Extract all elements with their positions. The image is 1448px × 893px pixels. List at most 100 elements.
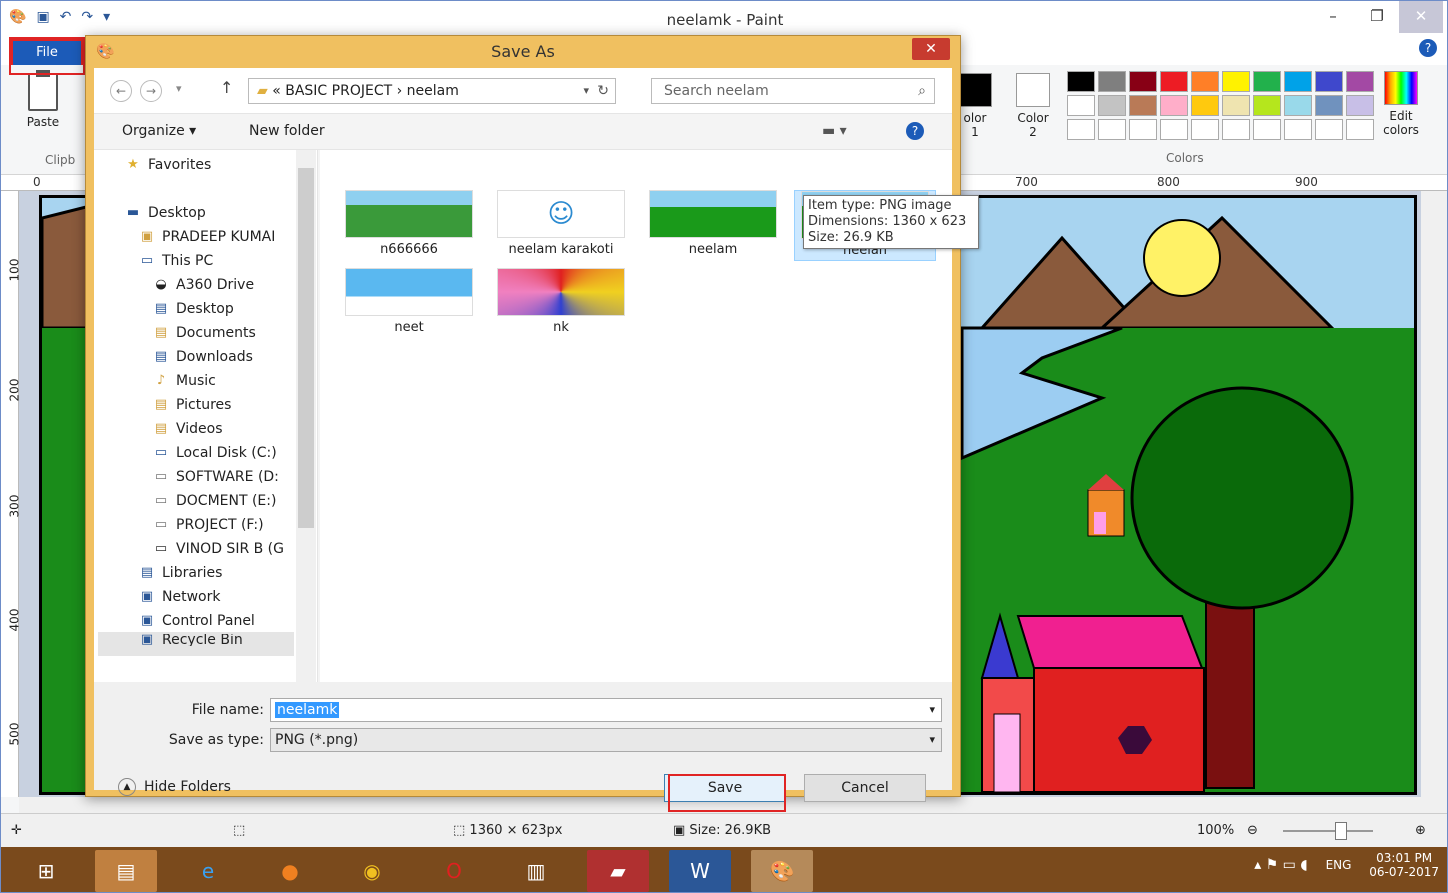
palette-swatch[interactable] [1315, 95, 1343, 116]
palette-swatch[interactable] [1191, 119, 1219, 140]
nav-item-project-drive[interactable]: ▭ PROJECT (F:) [152, 514, 264, 536]
nav-item-desktop-folder[interactable]: ▤ Desktop [152, 298, 234, 320]
vertical-scrollbar[interactable] [1421, 191, 1447, 797]
close-button[interactable]: ✕ [1399, 1, 1443, 33]
palette-swatch[interactable] [1160, 95, 1188, 116]
palette-swatch[interactable] [1222, 71, 1250, 92]
palette-swatch[interactable] [1315, 119, 1343, 140]
firefox-icon[interactable]: ● [259, 850, 321, 892]
palette-swatch[interactable] [1284, 119, 1312, 140]
nav-item-control-panel[interactable]: ▣ Control Panel [138, 610, 255, 632]
file-name-dropdown-icon[interactable]: ▾ [929, 699, 935, 721]
palette-swatch[interactable] [1346, 95, 1374, 116]
file-name-input[interactable]: neelamk ▾ [270, 698, 942, 722]
palette-swatch[interactable] [1067, 119, 1095, 140]
language-indicator[interactable]: ENG [1326, 858, 1352, 872]
address-bar[interactable]: ▰ « BASIC PROJECT › neelam ▾ ↻ [248, 78, 616, 104]
palette-swatch[interactable] [1284, 71, 1312, 92]
palette-swatch[interactable] [1315, 71, 1343, 92]
nav-item-user[interactable]: ▣ PRADEEP KUMAI [138, 226, 276, 248]
nav-item-docment-drive[interactable]: ▭ DOCMENT (E:) [152, 490, 277, 512]
palette-swatch[interactable] [1160, 119, 1188, 140]
save-type-dropdown-icon[interactable]: ▾ [929, 729, 935, 751]
help-icon[interactable]: ? [1419, 39, 1437, 57]
cancel-button[interactable]: Cancel [804, 774, 926, 802]
file-explorer-icon[interactable]: ▤ [95, 850, 157, 892]
palette-swatch[interactable] [1253, 71, 1281, 92]
palette-swatch[interactable] [1222, 95, 1250, 116]
file-item[interactable]: nk [490, 268, 632, 335]
palette-swatch[interactable] [1191, 71, 1219, 92]
up-icon[interactable]: ↑ [220, 78, 233, 97]
palette-swatch[interactable] [1098, 71, 1126, 92]
tray-icons[interactable]: ▴ ⚑ ▭ ◖ [1254, 857, 1308, 873]
zoom-out-icon[interactable]: ⊖ [1247, 823, 1258, 838]
zoom-in-icon[interactable]: ⊕ [1415, 823, 1426, 838]
paste-button[interactable]: Paste [21, 70, 65, 129]
palette-swatch[interactable] [1222, 119, 1250, 140]
nav-item-libraries[interactable]: ▤ Libraries [138, 562, 223, 584]
recent-dropdown-icon[interactable]: ▾ [176, 82, 182, 95]
palette-swatch[interactable] [1129, 119, 1157, 140]
edit-colors-button[interactable]: Edit colors [1379, 71, 1423, 137]
file-item[interactable]: neet [338, 268, 480, 335]
zoom-slider[interactable] [1283, 830, 1373, 832]
nav-item-music[interactable]: ♪ Music [152, 370, 216, 392]
refresh-icon[interactable]: ↻ [597, 79, 609, 103]
nav-item-recycle-bin[interactable]: ▣ Recycle Bin [138, 634, 243, 646]
palette-swatch[interactable] [1284, 95, 1312, 116]
nav-item-this-pc[interactable]: ▭ This PC [138, 250, 213, 272]
nav-item-local-disk[interactable]: ▭ Local Disk (C:) [152, 442, 277, 464]
tally-icon[interactable]: ▥ [505, 850, 567, 892]
organize-button[interactable]: Organize ▾ [122, 123, 196, 139]
new-folder-button[interactable]: New folder [249, 123, 325, 139]
nav-item-videos[interactable]: ▤ Videos [152, 418, 223, 440]
palette-swatch[interactable] [1346, 71, 1374, 92]
palette-swatch[interactable] [1191, 95, 1219, 116]
dialog-help-icon[interactable]: ? [906, 122, 924, 140]
palette-swatch[interactable] [1067, 71, 1095, 92]
nav-item-favorites[interactable]: ★ Favorites [124, 154, 211, 176]
palette-swatch[interactable] [1160, 71, 1188, 92]
color2-button[interactable]: Color 2 [1011, 73, 1055, 139]
nav-item-software-drive[interactable]: ▭ SOFTWARE (D: [152, 466, 279, 488]
palette-swatch[interactable] [1253, 119, 1281, 140]
file-item[interactable]: neelam [642, 190, 784, 257]
back-icon[interactable]: ← [110, 80, 132, 102]
word-icon[interactable]: W [669, 850, 731, 892]
nav-item-a360[interactable]: ◒ A360 Drive [152, 274, 254, 296]
palette-swatch[interactable] [1129, 95, 1157, 116]
dialog-close-button[interactable]: ✕ [912, 38, 950, 60]
forward-icon[interactable]: → [140, 80, 162, 102]
palette-swatch[interactable] [1253, 95, 1281, 116]
zoom-slider-thumb[interactable] [1335, 822, 1347, 840]
search-input[interactable]: Search neelam ⌕ [651, 78, 935, 104]
opera-icon[interactable]: O [423, 850, 485, 892]
paint-taskbar-icon[interactable]: 🎨 [751, 850, 813, 892]
clock[interactable]: 03:01 PM 06-07-2017 [1369, 851, 1439, 879]
nav-item-network[interactable]: ▣ Network [138, 586, 221, 608]
palette-swatch[interactable] [1129, 71, 1157, 92]
palette-swatch[interactable] [1098, 95, 1126, 116]
maximize-button[interactable]: ❐ [1355, 1, 1399, 33]
palette-swatch[interactable] [1098, 119, 1126, 140]
nav-item-downloads[interactable]: ▤ Downloads [152, 346, 253, 368]
minimize-button[interactable]: – [1311, 1, 1355, 33]
palette-swatch[interactable] [1067, 95, 1095, 116]
nav-item-desktop[interactable]: ▬ Desktop [124, 202, 206, 224]
palette-swatch[interactable] [1346, 119, 1374, 140]
nav-scrollbar-thumb[interactable] [298, 168, 314, 528]
internet-explorer-icon[interactable]: e [177, 850, 239, 892]
view-options-icon[interactable]: ▬ ▾ [822, 123, 847, 139]
file-item[interactable]: n666666 [338, 190, 480, 257]
acrobat-icon[interactable]: ▰ [587, 850, 649, 892]
nav-item-documents[interactable]: ▤ Documents [152, 322, 256, 344]
save-type-select[interactable]: PNG (*.png) ▾ [270, 728, 942, 752]
address-dropdown-icon[interactable]: ▾ [583, 79, 589, 103]
start-icon[interactable]: ⊞ [15, 850, 77, 892]
chrome-icon[interactable]: ◉ [341, 850, 403, 892]
nav-item-pictures[interactable]: ▤ Pictures [152, 394, 232, 416]
file-item[interactable]: ☺ neelam karakoti [490, 190, 632, 257]
nav-item-vinod-drive[interactable]: ▭ VINOD SIR B (G [152, 538, 284, 560]
hide-folders-toggle[interactable]: ▲ Hide Folders [118, 778, 231, 796]
